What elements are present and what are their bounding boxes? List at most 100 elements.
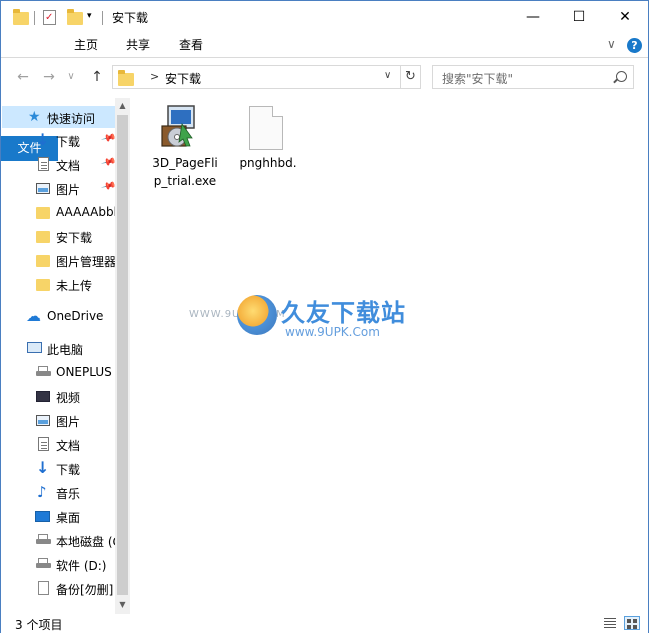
- download-icon: ↓: [36, 458, 50, 477]
- folder-icon: [36, 279, 50, 291]
- document-icon: [38, 437, 49, 451]
- sidebar-item-documents-pc[interactable]: 文档: [2, 433, 116, 455]
- address-dropdown-icon[interactable]: ∨: [384, 70, 391, 81]
- sidebar-item-label: 图片管理器: [56, 255, 116, 269]
- tab-share[interactable]: 共享: [113, 33, 163, 58]
- folder-icon: [13, 9, 29, 25]
- drive-icon: [36, 534, 51, 544]
- sidebar-scrollbar[interactable]: ▲ ▼: [115, 98, 130, 614]
- sidebar-item-local-disk-c[interactable]: 本地磁盘 (C: [2, 529, 116, 551]
- sidebar-item-documents[interactable]: 文档 📌: [2, 153, 116, 175]
- ribbon-tabs: 文件 主页 共享 查看 ∨ ?: [1, 33, 648, 161]
- sidebar-item-label: 音乐: [56, 487, 81, 501]
- sidebar-item-label: 备份[勿删]: [56, 583, 114, 597]
- tab-view[interactable]: 查看: [166, 33, 216, 58]
- download-icon: ↓: [36, 130, 50, 149]
- search-icon[interactable]: [616, 71, 627, 82]
- sidebar-item-music[interactable]: ♪ 音乐: [2, 481, 116, 503]
- search-box[interactable]: 搜索"安下载": [432, 65, 634, 89]
- status-bar: 3 个项目: [1, 614, 648, 633]
- sidebar-item-label: 安下载: [56, 231, 93, 245]
- sidebar-item-oneplus[interactable]: ONEPLUS: [2, 361, 116, 383]
- star-icon: ★: [28, 109, 41, 125]
- sidebar-item-quick-access[interactable]: ★ 快速访问: [2, 106, 116, 128]
- sidebar-item-aaaaabbb[interactable]: AAAAAbbb: [2, 201, 116, 223]
- file-name-line: pnghhbd.: [239, 156, 297, 170]
- sidebar-item-onedrive[interactable]: ☁ OneDrive: [2, 305, 116, 327]
- tab-home[interactable]: 主页: [61, 33, 111, 58]
- sidebar-item-label: 本地磁盘 (C: [56, 535, 116, 549]
- file-item-pnghhbd[interactable]: pnghhbd.: [230, 104, 306, 174]
- pin-icon: 📌: [100, 154, 116, 171]
- sidebar-item-label: 下载: [56, 463, 81, 477]
- close-button[interactable]: ✕: [602, 1, 648, 33]
- sidebar-item-videos[interactable]: 视频: [2, 385, 116, 407]
- new-folder-icon[interactable]: [67, 9, 83, 25]
- scrollbar-thumb[interactable]: [117, 115, 128, 595]
- recent-locations-button[interactable]: ∨: [61, 67, 81, 87]
- video-icon: [36, 391, 50, 402]
- music-icon: ♪: [37, 483, 47, 501]
- watermark-title: 久友下载站: [281, 299, 406, 327]
- scroll-up-arrow-icon[interactable]: ▲: [115, 98, 130, 113]
- back-button[interactable]: ←: [13, 67, 33, 87]
- explorer-window: ✓ ▾ 安下载 — ☐ ✕ 文件 主页 共享 查看 ∨ ? ← → ∨ ↑ > …: [0, 0, 649, 633]
- sidebar-item-label: OneDrive: [47, 309, 104, 323]
- ribbon-collapse-icon[interactable]: ∨: [607, 37, 616, 51]
- sidebar-item-label: 此电脑: [47, 343, 84, 357]
- sidebar-item-label: ONEPLUS: [56, 365, 112, 379]
- sidebar-item-anxiazai[interactable]: 安下载: [2, 225, 116, 247]
- up-button[interactable]: ↑: [87, 67, 107, 87]
- watermark-url: www.9UPK.Com: [285, 325, 380, 339]
- navigation-pane: ★ 快速访问 ↓ 下载 📌 文档 📌 图片 📌 AAAAAbbb 安下载 图片管…: [2, 98, 130, 614]
- large-icons-view-icon[interactable]: [624, 616, 640, 630]
- sidebar-item-label: 下载: [56, 135, 81, 149]
- forward-button[interactable]: →: [39, 67, 59, 87]
- sidebar-item-pictures[interactable]: 图片 📌: [2, 177, 116, 199]
- sidebar-item-not-uploaded[interactable]: 未上传: [2, 273, 116, 295]
- folder-icon: [36, 207, 50, 219]
- picture-icon: [36, 415, 50, 426]
- properties-icon[interactable]: ✓: [43, 10, 56, 25]
- pin-icon: 📌: [100, 178, 116, 195]
- sidebar-item-picture-manager[interactable]: 图片管理器: [2, 249, 116, 271]
- minimize-button[interactable]: —: [510, 1, 556, 33]
- breadcrumb-current[interactable]: 安下载: [165, 70, 201, 87]
- sidebar-item-label: 快速访问: [47, 112, 96, 126]
- sidebar-item-label: 软件 (D:): [56, 559, 107, 573]
- installer-icon: [161, 105, 195, 147]
- maximize-button[interactable]: ☐: [556, 1, 602, 33]
- sidebar-item-label: 视频: [56, 391, 81, 405]
- computer-icon: [27, 342, 42, 353]
- sidebar-item-label: 图片: [56, 415, 81, 429]
- help-icon[interactable]: ?: [627, 38, 642, 53]
- device-icon: [36, 366, 51, 376]
- refresh-button[interactable]: ↻: [400, 66, 420, 88]
- file-name-line: p_trial.exe: [153, 174, 217, 188]
- title-separator: [34, 11, 35, 25]
- sidebar-item-pictures-pc[interactable]: 图片: [2, 409, 116, 431]
- quick-access-dropdown-icon[interactable]: ▾: [87, 11, 92, 21]
- sidebar-item-desktop[interactable]: 桌面: [2, 505, 116, 527]
- title-separator: [102, 11, 103, 25]
- sidebar-item-this-pc[interactable]: 此电脑: [2, 337, 116, 359]
- scroll-down-arrow-icon[interactable]: ▼: [115, 597, 130, 612]
- address-bar[interactable]: > 安下载 ∨ ↻: [112, 65, 421, 89]
- breadcrumb-chevron-icon[interactable]: >: [150, 70, 159, 83]
- drive-icon: [36, 558, 51, 568]
- sidebar-item-software-d[interactable]: 软件 (D:): [2, 553, 116, 575]
- sidebar-item-downloads[interactable]: ↓ 下载 📌: [2, 129, 116, 151]
- document-icon: [38, 157, 49, 171]
- cloud-icon: ☁: [26, 307, 41, 325]
- watermark-logo-icon: [237, 295, 277, 335]
- item-count: 3 个项目: [15, 618, 63, 632]
- search-input[interactable]: 搜索"安下载": [442, 70, 513, 87]
- sidebar-item-label: 未上传: [56, 279, 93, 293]
- sidebar-item-backup[interactable]: 备份[勿删]: [2, 577, 116, 599]
- details-view-icon[interactable]: [602, 616, 618, 630]
- file-icon: [38, 581, 49, 595]
- folder-icon: [36, 231, 50, 243]
- sidebar-item-downloads-pc[interactable]: ↓ 下载: [2, 457, 116, 479]
- file-item-exe[interactable]: 3D_PageFli p_trial.exe: [147, 104, 223, 194]
- desktop-icon: [35, 511, 50, 522]
